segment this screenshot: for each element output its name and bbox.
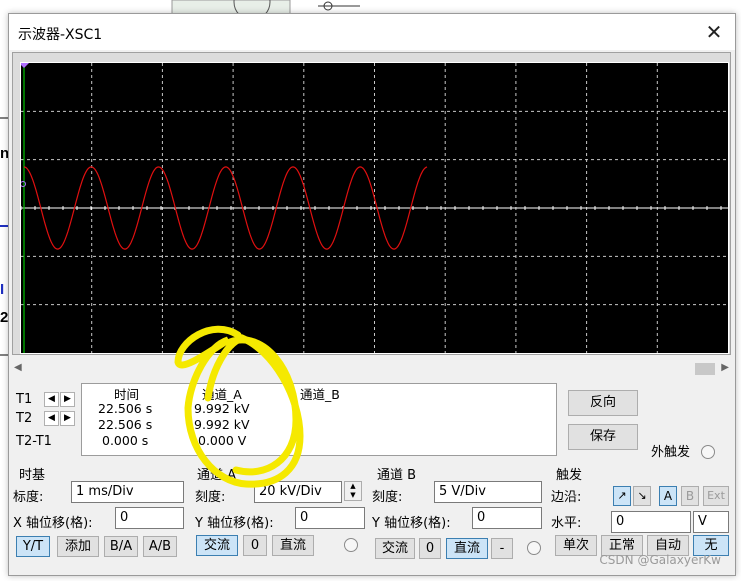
oscilloscope-window: 示波器-XSC1 ✕ ◀ ▶ T1 T2 T2-T1 ◀ ▶ ◀ ▶ 时间 通道… [8, 13, 736, 576]
timebase-xpos-field[interactable]: 0 [115, 507, 184, 529]
trigger-rising-edge-icon[interactable]: ↗ [613, 486, 631, 506]
trigger-falling-edge-icon[interactable]: ↘ [633, 486, 651, 506]
channel-b-dc-button[interactable]: 直流 [446, 538, 488, 559]
channel-b-title: 通道 B [377, 468, 417, 483]
cursor-t1-marker [21, 63, 29, 68]
horizontal-scrollbar[interactable]: ◀ ▶ [12, 362, 731, 376]
channel-b-scale-label: 刻度: [372, 490, 403, 505]
save-button[interactable]: 保存 [568, 424, 638, 450]
channel-a-scale-label: 刻度: [195, 490, 226, 505]
ext-trigger-label: 外触发 [651, 445, 691, 460]
mode-ab-button[interactable]: A/B [143, 536, 177, 557]
t1-right-arrow-icon[interactable]: ▶ [60, 392, 75, 407]
channel-a-ypos-label: Y 轴位移(格): [195, 516, 274, 531]
scope-screen-frame [12, 52, 731, 355]
trigger-level-label: 水平: [551, 516, 582, 531]
t2-right-arrow-icon[interactable]: ▶ [60, 411, 75, 426]
ext-trigger-radio[interactable] [701, 445, 715, 459]
mode-add-button[interactable]: 添加 [57, 536, 99, 557]
channel-a-dc-button[interactable]: 直流 [272, 535, 314, 556]
channel-b-radio[interactable] [527, 541, 541, 555]
channel-a-ac-button[interactable]: 交流 [196, 535, 238, 556]
readout-diff-channel-a: 0.000 V [198, 433, 247, 448]
channel-b-ac-button[interactable]: 交流 [375, 538, 415, 559]
readout-header-channel-b: 通道_B [300, 387, 340, 402]
readout-t1-channel-a: 9.992 kV [194, 401, 250, 416]
trigger-source-b-button[interactable]: B [681, 486, 699, 506]
bg-fragment-i: I [0, 281, 4, 298]
channel-b-ypos-label: Y 轴位移(格): [372, 516, 451, 531]
spin-up-icon[interactable]: ▲ [345, 482, 361, 491]
timebase-scale-label: 标度: [13, 490, 44, 505]
readout-row-label-t2-t1: T2-T1 [16, 434, 52, 449]
mode-yt-button[interactable]: Y/T [16, 536, 50, 557]
readout-diff-time: 0.000 s [102, 433, 149, 448]
scroll-right-icon[interactable]: ▶ [721, 362, 729, 373]
cursor-readout-table: 时间 通道_A 通道_B 22.506 s 9.992 kV 22.506 s … [81, 383, 557, 456]
channel-a-zero-button[interactable]: 0 [243, 535, 267, 556]
channel-b-ypos-field[interactable]: 0 [472, 507, 542, 529]
scrollbar-thumb[interactable] [695, 363, 715, 375]
trigger-single-button[interactable]: 单次 [555, 535, 597, 556]
channel-a-scale-field[interactable]: 20 kV/Div [254, 481, 342, 503]
channel-a-title: 通道 A [197, 468, 237, 483]
titlebar: 示波器-XSC1 ✕ [9, 14, 735, 50]
readout-row-label-t1: T1 [16, 392, 33, 407]
channel-a-scale-spinner[interactable]: ▲ ▼ [344, 481, 362, 501]
trigger-title: 触发 [556, 468, 583, 483]
close-icon[interactable]: ✕ [699, 18, 729, 46]
trigger-source-a-button[interactable]: A [659, 486, 677, 506]
t2-left-arrow-icon[interactable]: ◀ [44, 411, 59, 426]
trigger-level-unit[interactable]: V [693, 511, 729, 533]
channel-a-ground-marker [21, 181, 26, 187]
reverse-button[interactable]: 反向 [568, 390, 638, 416]
channel-a-ypos-field[interactable]: 0 [295, 507, 365, 529]
readout-t2-channel-a: 9.992 kV [194, 417, 250, 432]
spin-down-icon[interactable]: ▼ [345, 491, 361, 500]
scroll-left-icon[interactable]: ◀ [14, 362, 22, 373]
readout-row-label-t2: T2 [16, 411, 33, 426]
timebase-scale-field[interactable]: 1 ms/Div [71, 481, 184, 503]
scope-display [21, 63, 728, 353]
channel-a-radio[interactable] [344, 538, 358, 552]
readout-t2-time: 22.506 s [98, 417, 153, 432]
trigger-source-ext-button[interactable]: Ext [703, 486, 729, 506]
scope-screen[interactable] [20, 62, 729, 354]
trigger-level-field[interactable]: 0 [611, 511, 691, 533]
window-title: 示波器-XSC1 [18, 27, 103, 43]
channel-b-zero-button[interactable]: 0 [419, 538, 441, 559]
trigger-edge-label: 边沿: [551, 490, 582, 505]
timebase-xpos-label: X 轴位移(格): [13, 516, 93, 531]
timebase-title: 时基 [19, 468, 46, 483]
channel-b-minus-button[interactable]: - [491, 538, 513, 559]
t1-left-arrow-icon[interactable]: ◀ [44, 392, 59, 407]
mode-ba-button[interactable]: B/A [104, 536, 138, 557]
readout-t1-time: 22.506 s [98, 401, 153, 416]
watermark: CSDN @GalaxyerKw [599, 553, 721, 567]
channel-b-scale-field[interactable]: 5 V/Div [434, 481, 542, 503]
